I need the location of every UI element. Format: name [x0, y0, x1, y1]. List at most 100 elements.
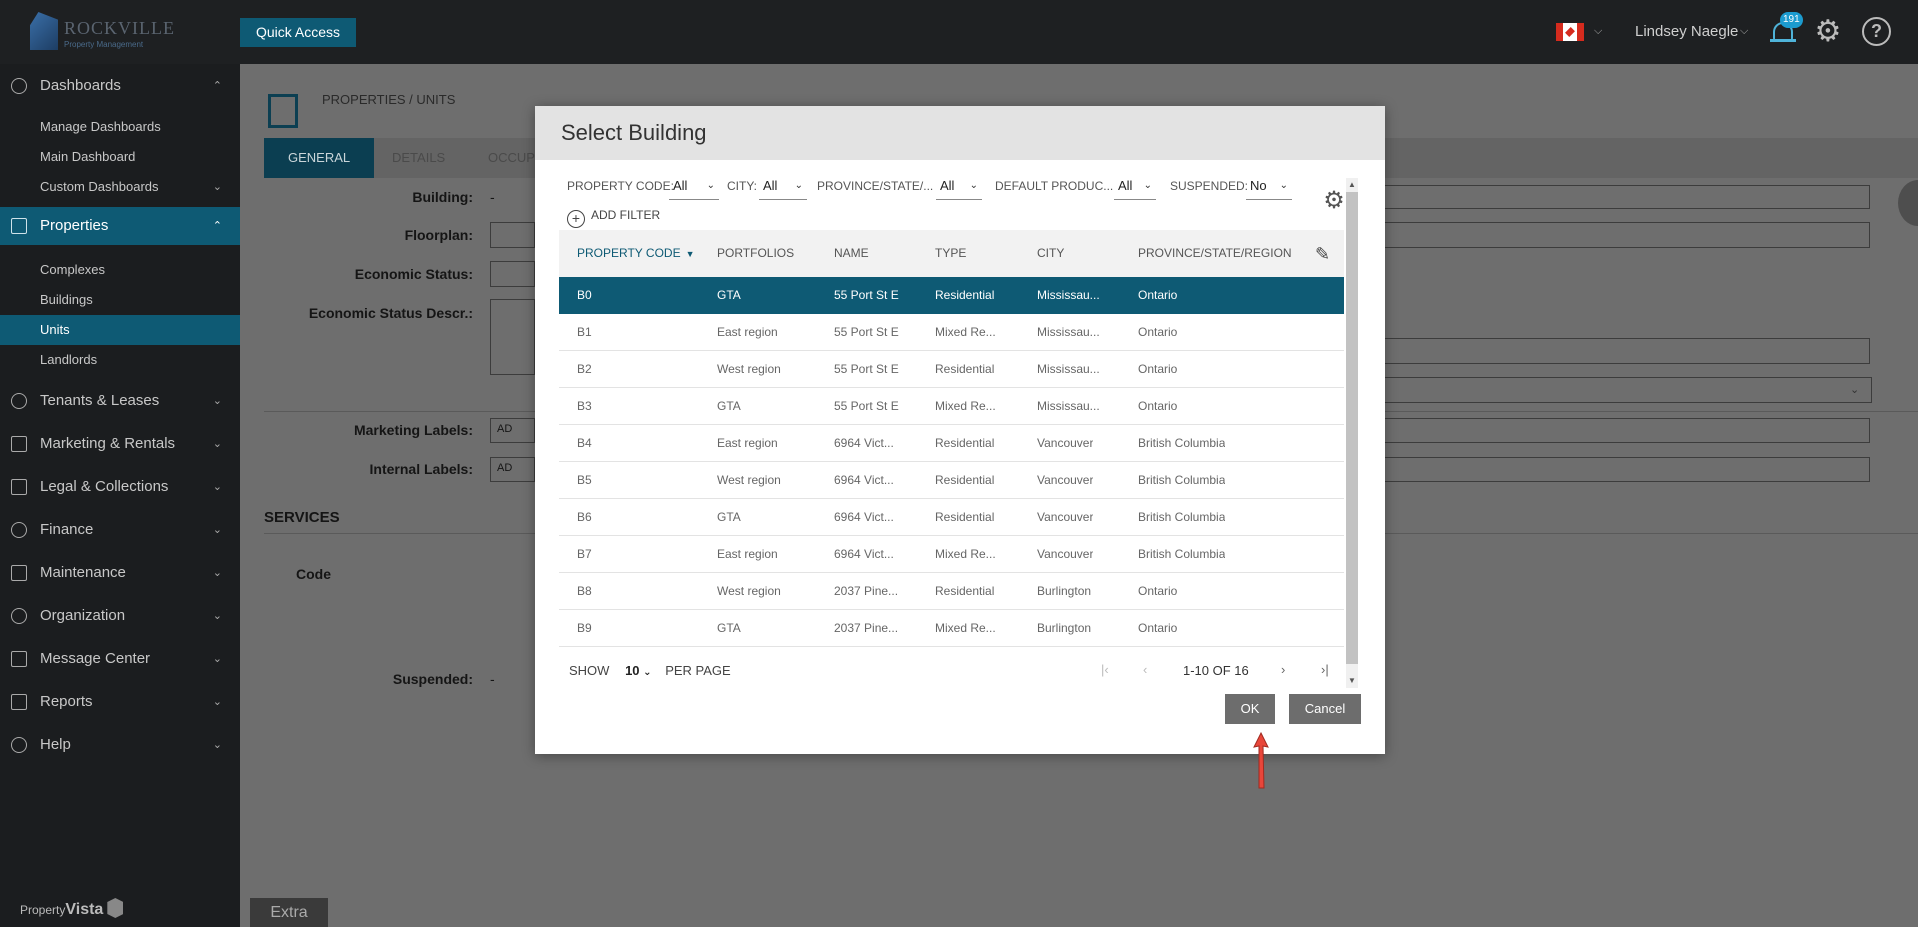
sidebar-item-marketing-rentals[interactable]: Marketing & Rentals ⌄: [0, 425, 240, 463]
cell-province: British Columbia: [1138, 510, 1226, 524]
filter-suspended-select[interactable]: No ⌄: [1246, 176, 1292, 200]
economic-status-field[interactable]: [490, 261, 535, 287]
chevron-down-icon: ⌄: [212, 438, 222, 450]
next-page-icon[interactable]: ›: [1281, 662, 1285, 677]
cell-city: Burlington: [1037, 584, 1092, 598]
edit-columns-pencil-icon[interactable]: ✎: [1315, 244, 1335, 264]
logo-subtext: Property Management: [64, 40, 144, 49]
table-row[interactable]: B2 West region 55 Port St E Residential Miss…: [559, 351, 1344, 388]
cell-type: Residential: [935, 473, 995, 487]
sidebar-item-properties[interactable]: Properties ⌃: [0, 207, 240, 245]
table-row[interactable]: B1 East region 55 Port St E Mixed Re... Miss…: [559, 314, 1344, 351]
sidebar-item-help[interactable]: Help ⌄: [0, 726, 240, 764]
table-row[interactable]: B5 West region 6964 Vict... Residential Vanc…: [559, 462, 1344, 499]
scrollbar-thumb[interactable]: [1346, 192, 1358, 664]
filter-property-code-select[interactable]: All ⌄: [669, 176, 719, 200]
economic-status-descr-field[interactable]: [490, 299, 535, 375]
economic-status-descr-field-right[interactable]: [1384, 338, 1870, 364]
column-header-province[interactable]: PROVINCE/STATE/REGION: [1138, 230, 1292, 277]
cell-portfolio: East region: [717, 436, 778, 450]
quick-access-button[interactable]: Quick Access: [240, 18, 357, 47]
tools-icon: [11, 565, 27, 581]
chevron-down-icon[interactable]: ⌄: [1850, 383, 1859, 396]
help-icon[interactable]: ?: [1862, 17, 1891, 46]
tab-general[interactable]: GENERAL: [264, 138, 375, 178]
sidebar-subitem-manage-dashboards[interactable]: Manage Dashboards: [0, 112, 240, 142]
canada-flag-icon[interactable]: [1556, 23, 1584, 41]
cell-city: Mississau...: [1037, 288, 1100, 302]
sidebar-item-label: Maintenance: [40, 564, 126, 581]
table-row[interactable]: B6 GTA 6964 Vict... Residential Vancouver Bri…: [559, 499, 1344, 536]
breadcrumb[interactable]: PROPERTIES / UNITS: [322, 92, 455, 107]
first-page-icon[interactable]: |‹: [1101, 662, 1109, 677]
add-filter-button[interactable]: + ADD FILTER: [567, 206, 660, 228]
settings-gear-icon[interactable]: ⚙: [1812, 16, 1844, 48]
table-row[interactable]: B3 GTA 55 Port St E Mixed Re... Mississau...…: [559, 388, 1344, 425]
floorplan-field[interactable]: [490, 222, 535, 248]
sidebar-item-organization[interactable]: Organization ⌄: [0, 597, 240, 635]
column-header-portfolios[interactable]: PORTFOLIOS: [717, 230, 794, 277]
table-row[interactable]: B8 West region 2037 Pine... Residential Burl…: [559, 573, 1344, 610]
chevron-down-icon[interactable]: ⌵: [1594, 25, 1602, 38]
column-header-property-code[interactable]: PROPERTY CODE ▼: [577, 230, 695, 278]
cell-province: Ontario: [1138, 325, 1178, 339]
column-header-type[interactable]: TYPE: [935, 230, 966, 277]
grid-settings-gear-icon[interactable]: ⚙: [1321, 188, 1347, 214]
chevron-down-icon: ⌄: [794, 180, 803, 191]
sidebar-item-reports[interactable]: Reports ⌄: [0, 683, 240, 721]
internal-labels-field-right[interactable]: [1384, 457, 1870, 482]
add-marketing-label-button[interactable]: AD: [497, 423, 512, 435]
sidebar-subitem-units[interactable]: Units: [0, 315, 240, 345]
filter-default-product-select[interactable]: All ⌄: [1114, 176, 1156, 200]
sidebar-item-tenants-leases[interactable]: Tenants & Leases ⌄: [0, 382, 240, 420]
dropdown-field[interactable]: [1384, 377, 1872, 403]
sidebar-subitem-custom-dashboards[interactable]: Custom Dashboards ⌄: [0, 172, 240, 202]
sidebar-item-label: Help: [40, 736, 71, 753]
table-row[interactable]: B0 GTA 55 Port St E Residential Mississau...…: [559, 277, 1344, 314]
sidebar-item-finance[interactable]: Finance ⌄: [0, 511, 240, 549]
sidebar-item-label: Legal & Collections: [40, 478, 169, 495]
dialog-scrollbar[interactable]: ▲ ▼: [1346, 178, 1358, 688]
help-circle-icon: [11, 737, 27, 753]
ok-button[interactable]: OK: [1225, 694, 1275, 724]
sidebar-item-label: Finance: [40, 521, 94, 538]
prev-page-icon[interactable]: ‹: [1143, 662, 1147, 677]
table-row[interactable]: B7 East region 6964 Vict... Mixed Re... Vanc…: [559, 536, 1344, 573]
cell-property-code: B9: [577, 621, 592, 635]
person-icon: [11, 393, 27, 409]
per-page-select[interactable]: 10 ⌄: [625, 663, 651, 678]
sidebar-item-dashboards[interactable]: Dashboards ⌃: [0, 67, 240, 105]
scroll-up-arrow-icon[interactable]: ▲: [1348, 180, 1356, 189]
sidebar-item-legal-collections[interactable]: Legal & Collections ⌄: [0, 468, 240, 506]
extra-button[interactable]: Extra: [250, 898, 328, 927]
filter-city-select[interactable]: All ⌄: [759, 176, 807, 200]
sidebar-subitem-main-dashboard[interactable]: Main Dashboard: [0, 142, 240, 172]
table-row[interactable]: B4 East region 6964 Vict... Residential Vanc…: [559, 425, 1344, 462]
annotation-arrow-icon: [1253, 731, 1269, 789]
company-logo[interactable]: ROCKVILLE Property Management: [28, 10, 174, 52]
user-menu[interactable]: Lindsey Naegle: [1635, 23, 1738, 40]
sidebar-item-maintenance[interactable]: Maintenance ⌄: [0, 554, 240, 592]
table-row[interactable]: B9 GTA 2037 Pine... Mixed Re... Burlington On…: [559, 610, 1344, 647]
building-field[interactable]: [1384, 185, 1870, 209]
tab-details[interactable]: DETAILS: [368, 138, 469, 178]
cancel-button[interactable]: Cancel: [1289, 694, 1361, 724]
sidebar-subitem-buildings[interactable]: Buildings: [0, 285, 240, 315]
column-header-name[interactable]: NAME: [834, 230, 869, 277]
column-header-city[interactable]: CITY: [1037, 230, 1064, 277]
marketing-labels-field-right[interactable]: [1384, 418, 1870, 443]
notifications-bell-icon[interactable]: 191: [1770, 12, 1803, 46]
sidebar-subitem-landlords[interactable]: Landlords: [0, 345, 240, 375]
scroll-down-arrow-icon[interactable]: ▼: [1348, 676, 1356, 685]
chevron-down-icon[interactable]: ⌵: [1740, 25, 1748, 38]
filter-province-select[interactable]: All ⌄: [936, 176, 982, 200]
chevron-down-icon: ⌄: [212, 653, 222, 665]
cell-province: Ontario: [1138, 584, 1178, 598]
sidebar-item-message-center[interactable]: Message Center ⌄: [0, 640, 240, 678]
sort-desc-icon: ▼: [685, 249, 695, 259]
filter-value: All: [673, 178, 688, 193]
sidebar-subitem-complexes[interactable]: Complexes: [0, 255, 240, 285]
add-internal-label-button[interactable]: AD: [497, 462, 512, 474]
last-page-icon[interactable]: ›|: [1321, 662, 1329, 677]
floorplan-field-right[interactable]: [1384, 222, 1870, 248]
